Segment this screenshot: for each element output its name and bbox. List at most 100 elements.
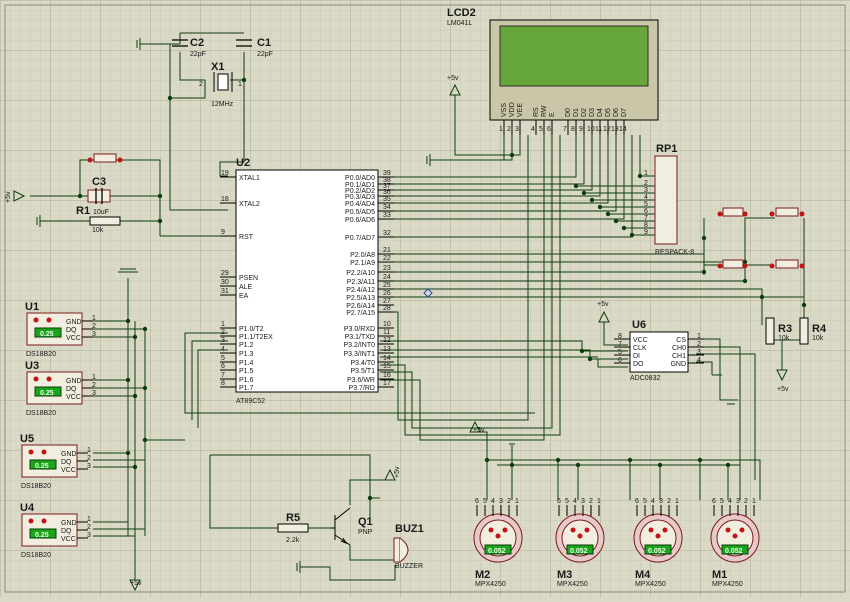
pressure-pin-number: 4 [491,498,495,505]
pressure-pin-number: 2 [744,498,748,505]
adc-pin-label: CH0 [672,345,686,352]
pressure-pin-number: 2 [667,498,671,505]
mcu-pin-label: P3.4/T0 [350,360,375,367]
sensor-pin-label: DQ [66,386,77,393]
sensor-pin-number: 3 [87,463,91,470]
lcd-pin-number: 10 [587,126,595,133]
respack-pin-number: 9 [644,229,648,236]
pressure-display: 0.052 [648,548,666,555]
pressure-pin-number: 1 [515,498,519,505]
mcu-pin-label: P0.0/AD0 [345,175,375,182]
pressure-display: 0.052 [725,548,743,555]
adc-pin-number: 2 [697,341,701,348]
c1-ref: C1 [257,37,271,49]
adc-pin-label: DI [633,353,640,360]
mcu-pin-number: 19 [221,170,229,177]
sensor-pin-label: GND [66,319,82,326]
pressure-pin-number: 2 [507,498,511,505]
vcc-label-lcd: +5v [447,75,459,82]
sensor-pin-label: DQ [66,327,77,334]
mcu-pin-label: ALE [239,284,253,291]
sensor-pin-number: 3 [92,390,96,397]
lcd-pin-label: VSS [501,103,508,117]
mcu-pin-number: 24 [383,274,391,281]
sensor-pin-label: VCC [61,536,76,543]
schematic-canvas[interactable]: +5v +5v +5v +5v +5v +5v +5v LCD2 LM041L … [0,0,850,597]
pressure-display: 0.052 [570,548,588,555]
mcu-model: AT89C52 [236,398,265,405]
mcu-pin-number: 12 [383,337,391,344]
lcd-pin-number: 3 [515,126,519,133]
mcu-pin-label: P2.1/A9 [350,260,375,267]
mcu-pin-number: 32 [383,230,391,237]
buzzer-label: BUZZER [395,563,423,570]
rp1-model: RESPACK-8 [655,249,694,256]
lcd-model: LM041L [447,20,472,27]
c3-value: 10uF [93,209,109,216]
sensor-model: DS18B20 [26,410,56,417]
mcu-chip[interactable]: U2 AT89C52 XTAL119XTAL218RST9PSEN29ALE30… [220,157,394,405]
buzzer-ref: BUZ1 [395,523,424,535]
sensor-pin-label: DQ [61,528,72,535]
mcu-pin-label: P0.5/AD5 [345,209,375,216]
adc-pin-number: 4 [697,357,701,364]
mcu-pin-label: XTAL1 [239,175,260,182]
mcu-pin-label: P0.3/AD3 [345,194,375,201]
mcu-pin-label: P0.7/AD7 [345,235,375,242]
lcd-pin-label: VEE [517,103,524,117]
pressure-ref: M3 [557,569,572,581]
lcd-pin-number: 14 [619,126,627,133]
respack-pin-number: 1 [644,170,648,177]
lcd-pin-label: E [549,112,556,117]
adc-model: ADC0832 [630,375,660,382]
lcd-pin-label: D5 [605,108,612,117]
mcu-pin-number: 13 [383,346,391,353]
mcu-pin-number: 27 [383,298,391,305]
pressure-pin-number: 4 [728,498,732,505]
mcu-pin-label: P1.5 [239,368,254,375]
lcd-pin-label: D7 [621,108,628,117]
mcu-pin-label: P3.6/WR [347,377,375,384]
mcu-pin-number: 17 [383,380,391,387]
pressure-model: MPX4250 [635,581,666,588]
mcu-pin-label: P0.6/AD6 [345,217,375,224]
mcu-pin-number: 4 [221,346,225,353]
mcu-pin-number: 30 [221,279,229,286]
lcd-pin-number: 13 [611,126,619,133]
lcd-pin-label: D6 [613,108,620,117]
mcu-pin-number: 22 [383,255,391,262]
mcu-pin-number: 11 [383,329,390,336]
c2-ref: C2 [190,37,204,49]
mcu-pin-label: P2.6/A14 [346,303,375,310]
sensor-pin-number: 2 [92,323,96,330]
mcu-pin-number: 10 [383,321,391,328]
sensor-ref: U5 [20,433,34,445]
mcu-pin-label: P1.0/T2 [239,326,264,333]
r1-value: 10k [92,227,104,234]
adc-pin-label: CS [676,337,686,344]
mcu-ref: U2 [236,157,250,169]
adc-pin-label: CH1 [672,353,686,360]
respack-pin-number: 4 [644,194,648,201]
mcu-pin-number: 29 [221,270,229,277]
mcu-pin-number: 35 [383,196,391,203]
crystal-pin-1: 1 [238,81,242,88]
sensor-pin-label: GND [61,451,77,458]
r4-ref: R4 [812,323,827,335]
adc-pin-number: 3 [697,349,701,356]
mcu-pin-label: P3.0/RXD [344,326,375,333]
r1-ref: R1 [76,205,90,217]
lcd-pin-number: 2 [507,126,511,133]
mcu-pin-number: 9 [221,229,225,236]
pressure-pin-number: 3 [736,498,740,505]
pressure-ref: M1 [712,569,727,581]
vcc-label-sensors: +5v [130,580,142,587]
r5-ref: R5 [286,512,300,524]
pressure-pin-number: 6 [635,498,639,505]
mcu-pin-number: 25 [383,282,391,289]
mcu-pin-number: 16 [383,372,391,379]
pressure-pin-number: 1 [597,498,601,505]
lcd-pin-number: 5 [539,126,543,133]
sensor-pin-number: 3 [87,532,91,539]
mcu-pin-label: P3.3/INT1 [343,351,375,358]
